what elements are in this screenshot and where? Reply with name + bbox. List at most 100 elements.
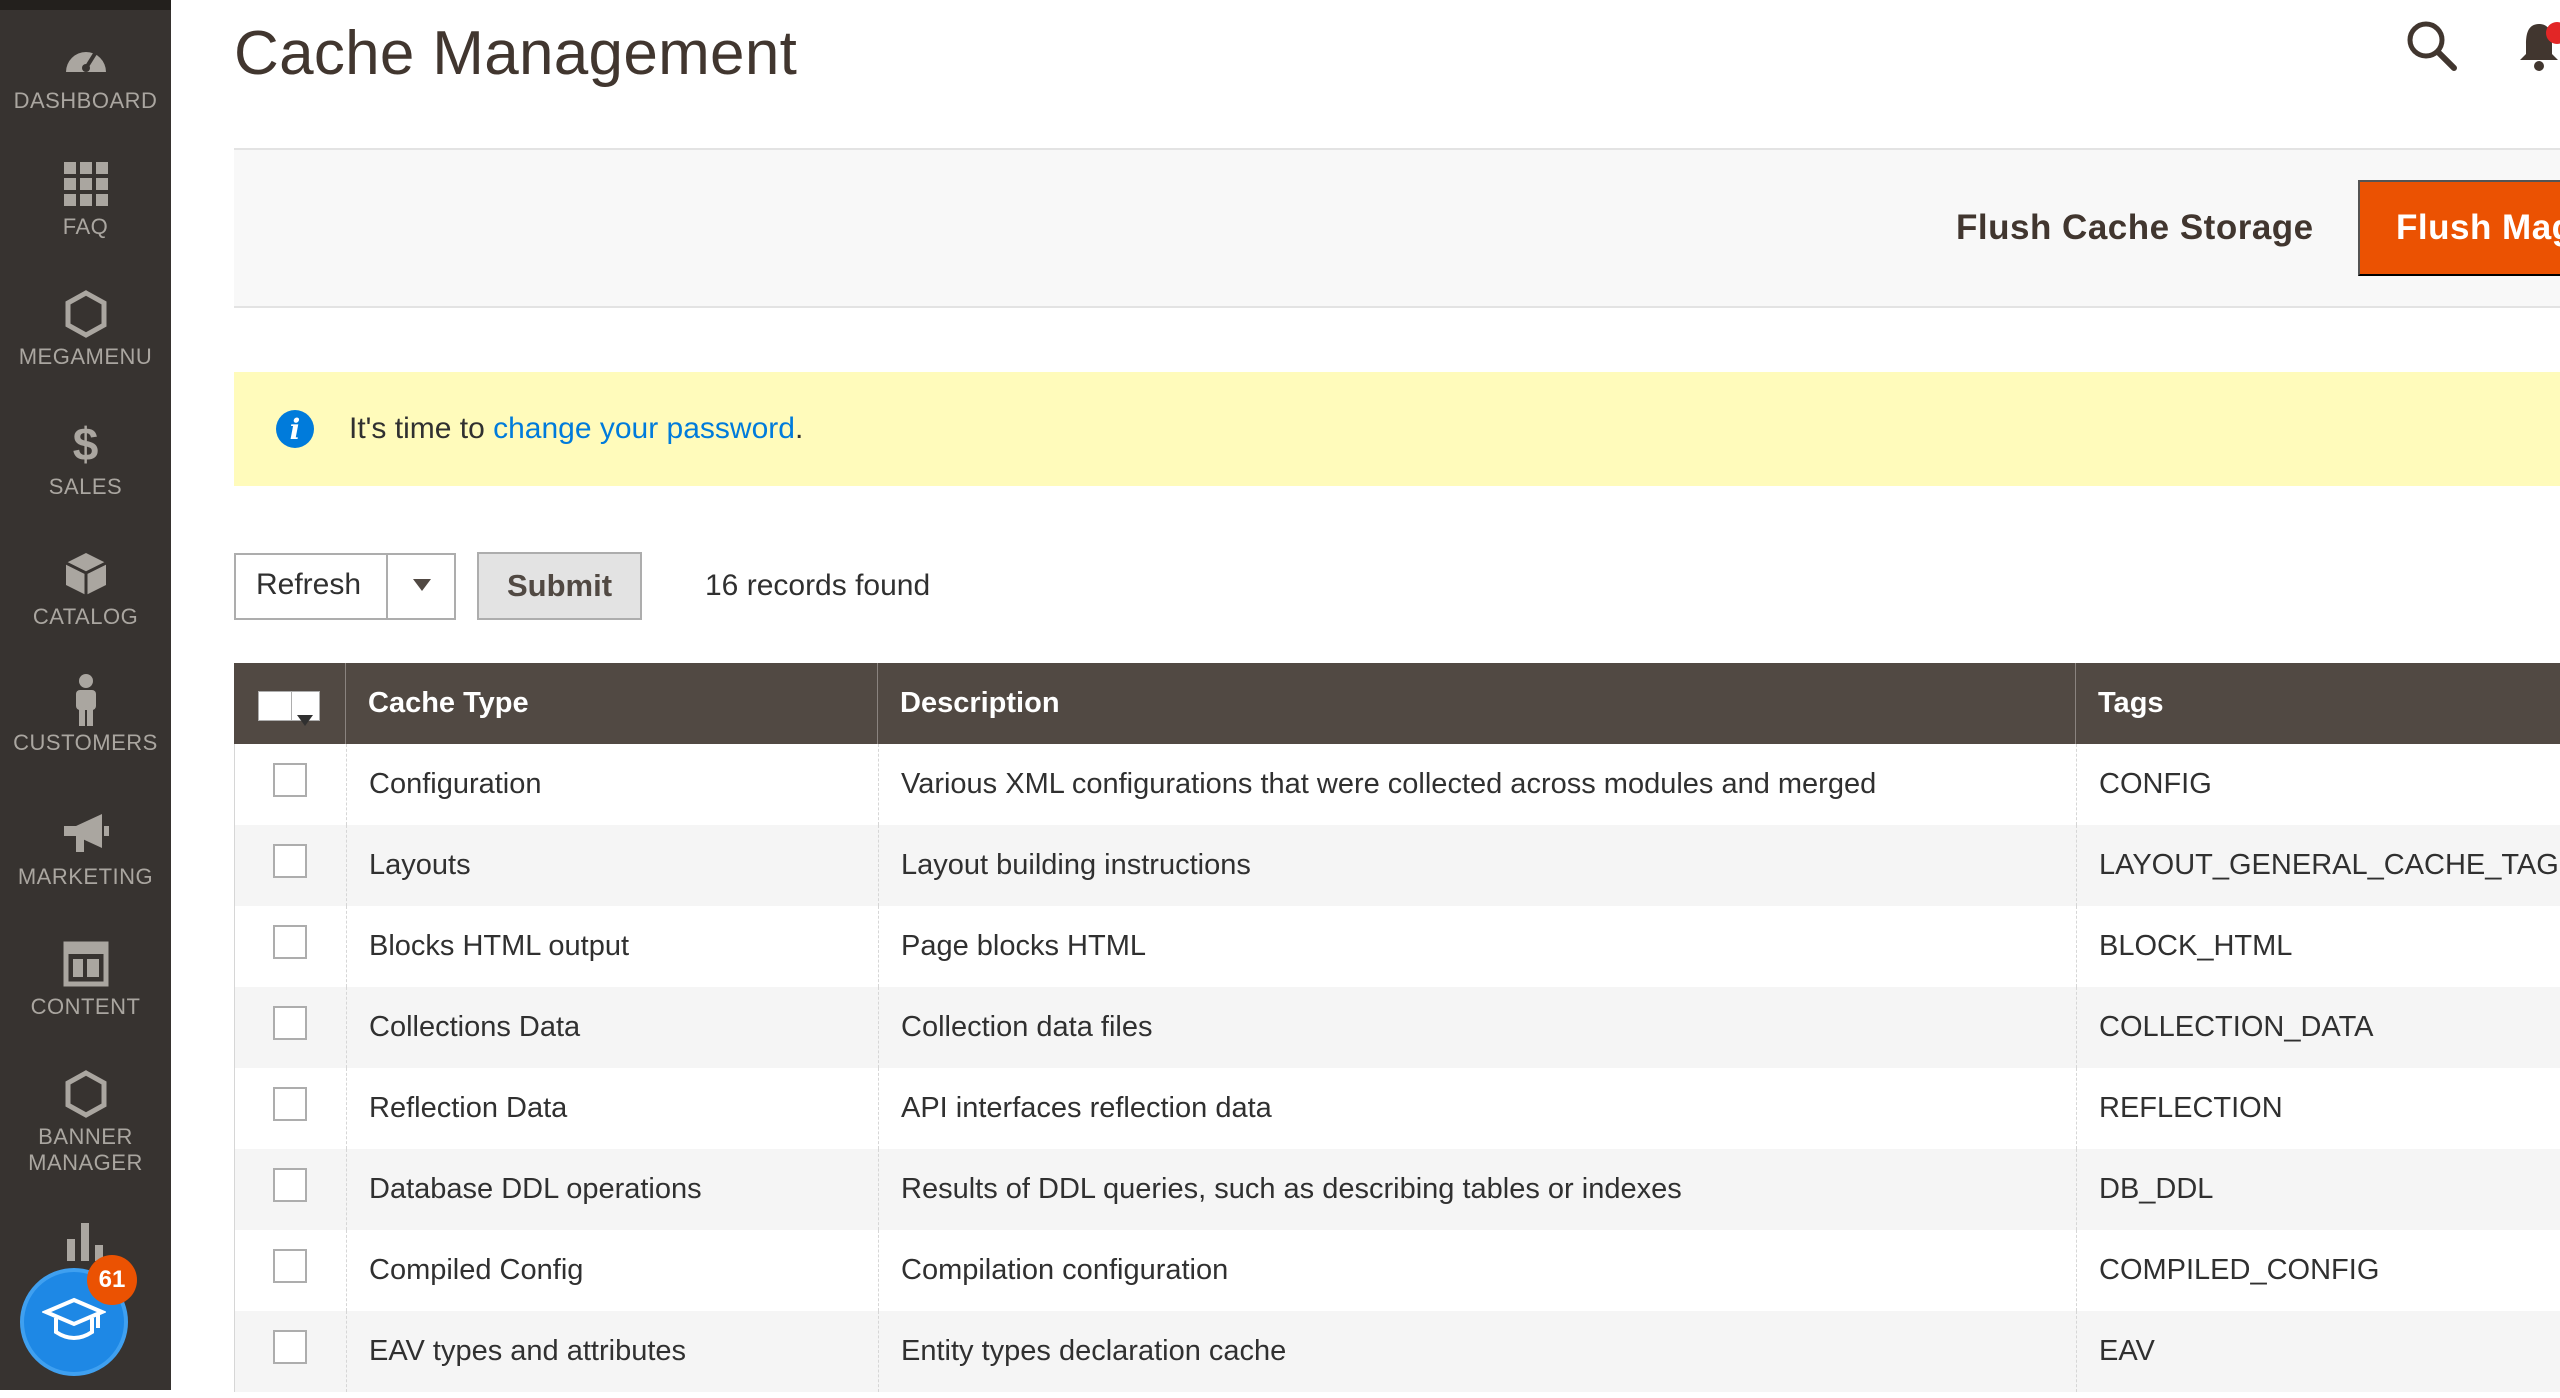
grid-icon: [62, 160, 110, 208]
cell-select: [235, 1230, 347, 1311]
search-button[interactable]: [2404, 18, 2458, 72]
column-header-description[interactable]: Description: [878, 663, 2076, 744]
sidebar-item-faq[interactable]: FAQ: [0, 160, 171, 280]
row-checkbox[interactable]: [273, 1168, 307, 1202]
sidebar-item-label: CONTENT: [30, 994, 141, 1019]
cell-select: [235, 1068, 347, 1149]
row-checkbox[interactable]: [273, 844, 307, 878]
table-row: EAV types and attributes Entity types dec…: [234, 1311, 2560, 1392]
sidebar-item-label: MARKETING: [17, 864, 154, 889]
cell-select: [235, 744, 347, 825]
table-row: Layouts Layout building instructions LAYOU…: [234, 825, 2560, 906]
info-icon: i: [276, 410, 314, 448]
notice-suffix: .: [794, 412, 804, 445]
sidebar-item-marketing[interactable]: MARKETING: [0, 810, 171, 930]
sidebar-item-label: FAQ: [62, 214, 109, 239]
sidebar-item-megamenu[interactable]: MEGAMENU: [0, 290, 171, 410]
row-checkbox[interactable]: [273, 1249, 307, 1283]
cell-select: [235, 1311, 347, 1392]
sidebar-item-customers[interactable]: CUSTOMERS: [0, 674, 171, 796]
cell-cache-type: Database DDL operations: [347, 1149, 879, 1230]
table-row: Configuration Various XML configurations …: [234, 744, 2560, 825]
sidebar-item-label: BANNER MANAGER: [28, 1124, 143, 1175]
graduation-cap-icon: [40, 1294, 108, 1351]
cell-description: Various XML configurations that were col…: [879, 744, 2077, 825]
cell-tags: BLOCK_HTML: [2077, 906, 2560, 987]
cell-description: Compilation configuration: [879, 1230, 2077, 1311]
cell-tags: REFLECTION: [2077, 1068, 2560, 1149]
page-title: Cache Management: [234, 19, 798, 88]
bell-icon: [2518, 24, 2560, 76]
cell-cache-type: EAV types and attributes: [347, 1311, 879, 1392]
row-checkbox[interactable]: [273, 1006, 307, 1040]
cell-description: API interfaces reflection data: [879, 1068, 2077, 1149]
cell-tags: COMPILED_CONFIG: [2077, 1230, 2560, 1311]
cell-cache-type: Compiled Config: [347, 1230, 879, 1311]
cell-description: Results of DDL queries, such as describi…: [879, 1149, 2077, 1230]
mass-select-header: [234, 663, 346, 744]
learning-count-badge: 61: [87, 1255, 137, 1305]
cell-description: Layout building instructions: [879, 825, 2077, 906]
sidebar-item-dashboard[interactable]: DASHBOARD: [0, 34, 171, 154]
cell-description: Entity types declaration cache: [879, 1311, 2077, 1392]
column-header-tags[interactable]: Tags: [2076, 663, 2560, 744]
row-checkbox[interactable]: [273, 763, 307, 797]
cell-tags: LAYOUT_GENERAL_CACHE_TAG: [2077, 825, 2560, 906]
cell-cache-type: Configuration: [347, 744, 879, 825]
records-count: 16 records found: [705, 569, 931, 602]
cell-select: [235, 1149, 347, 1230]
caret-down-icon[interactable]: [297, 701, 313, 734]
cell-cache-type: Collections Data: [347, 987, 879, 1068]
cell-select: [235, 987, 347, 1068]
cell-select: [235, 906, 347, 987]
sidebar-item-sales[interactable]: $ SALES: [0, 418, 171, 540]
table-row: Database DDL operations Results of DDL qu…: [234, 1149, 2560, 1230]
person-icon: [62, 674, 110, 726]
cell-description: Collection data files: [879, 987, 2077, 1068]
sidebar-item-label: CATALOG: [32, 604, 139, 629]
dashboard-icon: [62, 34, 110, 82]
notice-prefix: It's time to: [349, 412, 494, 445]
megaphone-icon: [62, 810, 110, 858]
notice-message: It's time to change your password.: [349, 410, 803, 448]
table-row: Reflection Data API interfaces reflection…: [234, 1068, 2560, 1149]
flush-magento-cache-button[interactable]: Flush Magento Cache: [2358, 180, 2560, 276]
sidebar-item-banner-manager[interactable]: BANNER MANAGER: [0, 1070, 171, 1200]
box-icon: [62, 550, 110, 598]
row-checkbox[interactable]: [273, 925, 307, 959]
mass-action-selected: Refresh: [256, 568, 362, 601]
dollar-icon: $: [72, 418, 99, 470]
cell-select: [235, 825, 347, 906]
row-checkbox[interactable]: [273, 1087, 307, 1121]
mass-select-checkbox[interactable]: [258, 691, 320, 726]
caret-down-icon: [413, 578, 431, 596]
sidebar-item-catalog[interactable]: CATALOG: [0, 550, 171, 670]
table-row: Blocks HTML output Page blocks HTML BLOCK_…: [234, 906, 2560, 987]
search-icon: [2404, 21, 2458, 76]
sidebar-item-content[interactable]: CONTENT: [0, 940, 171, 1060]
row-checkbox[interactable]: [273, 1330, 307, 1364]
mass-action-dropdown-toggle[interactable]: [386, 553, 456, 620]
cell-cache-type: Blocks HTML output: [347, 906, 879, 987]
sidebar-item-label: MEGAMENU: [18, 344, 153, 369]
cell-tags: CONFIG: [2077, 744, 2560, 825]
submit-button[interactable]: Submit: [477, 552, 642, 620]
sidebar-item-label: SALES: [48, 474, 123, 499]
grid-header-row: Cache Type Description Tags: [234, 663, 2560, 744]
layout-icon: [62, 940, 110, 988]
flush-cache-storage-button[interactable]: Flush Cache Storage: [1956, 178, 2314, 278]
hexagon-icon: [62, 290, 110, 338]
cell-tags: DB_DDL: [2077, 1149, 2560, 1230]
sidebar-item-label: CUSTOMERS: [13, 730, 158, 755]
table-row: Compiled Config Compilation configuration…: [234, 1230, 2560, 1311]
hexagon-icon: [62, 1070, 110, 1118]
change-password-link[interactable]: change your password: [493, 412, 795, 445]
sidebar-top-strip: [0, 0, 171, 10]
table-row: Collections Data Collection data files COL…: [234, 987, 2560, 1068]
cell-cache-type: Layouts: [347, 825, 879, 906]
column-header-cache-type[interactable]: Cache Type: [346, 663, 878, 744]
cell-cache-type: Reflection Data: [347, 1068, 879, 1149]
cell-description: Page blocks HTML: [879, 906, 2077, 987]
cell-tags: EAV: [2077, 1311, 2560, 1392]
mass-select-divider: [291, 692, 292, 720]
